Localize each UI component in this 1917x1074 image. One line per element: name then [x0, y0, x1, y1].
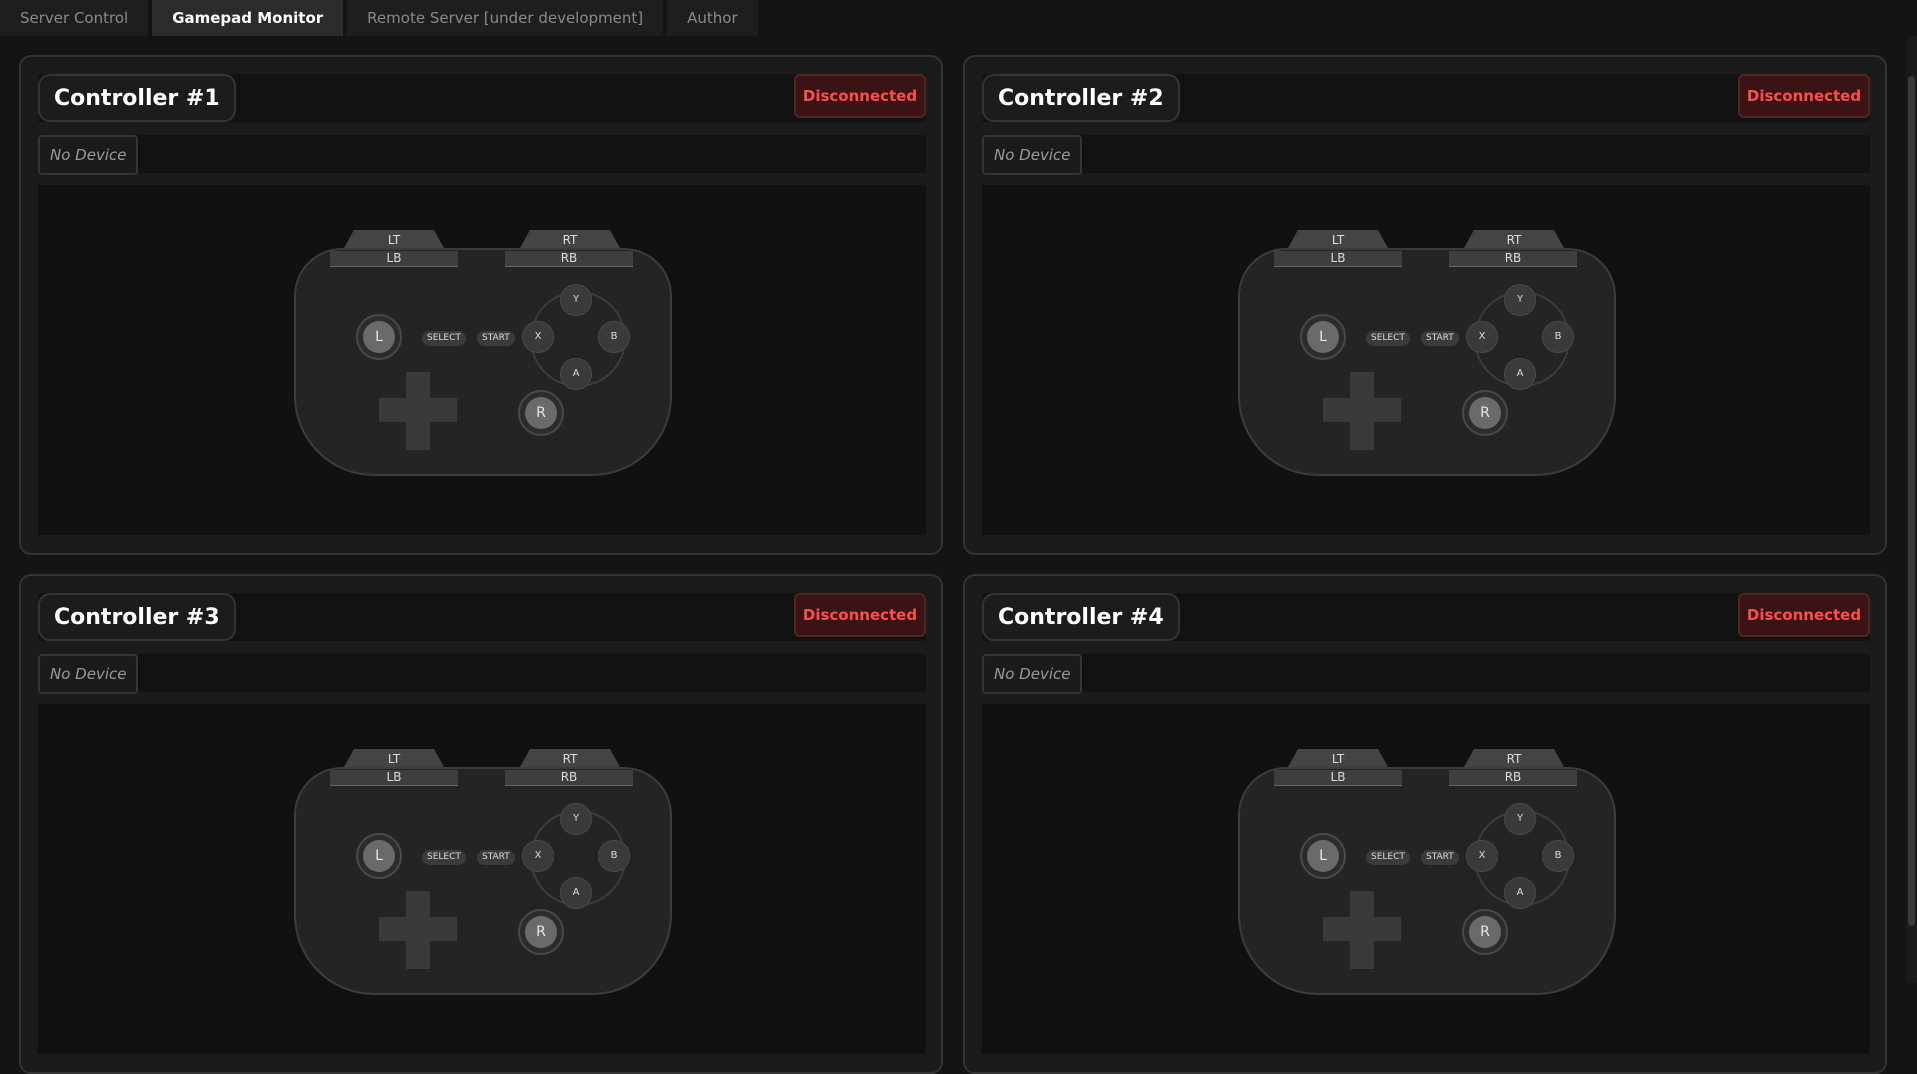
right-stick: R — [518, 909, 564, 955]
controller-header: Controller #4 Disconnected — [982, 593, 1870, 641]
status-badge: Disconnected — [794, 593, 926, 637]
lt-trigger: LT — [344, 749, 444, 767]
rb-bumper: RB — [1449, 770, 1577, 786]
x-button: X — [522, 321, 554, 353]
right-stick-label: R — [525, 397, 557, 429]
device-label: No Device — [38, 135, 139, 175]
gamepad-canvas: LT RT LB RB L SELECT START Y X B A R — [38, 704, 926, 1054]
a-button: A — [1504, 877, 1536, 909]
status-badge: Disconnected — [1738, 74, 1870, 118]
dpad-vertical — [406, 891, 430, 969]
y-button: Y — [560, 284, 592, 316]
a-button: A — [560, 358, 592, 390]
gamepad-canvas: LT RT LB RB L SELECT START Y X B A R — [38, 185, 926, 535]
left-stick-label: L — [1307, 321, 1339, 353]
device-label: No Device — [38, 654, 139, 694]
gamepad-diagram: LT RT LB RB L SELECT START Y X B A R — [1238, 230, 1618, 476]
dpad-vertical — [1350, 891, 1374, 969]
gamepad-diagram: LT RT LB RB L SELECT START Y X B A R — [294, 230, 674, 476]
lb-bumper: LB — [1274, 251, 1402, 267]
controller-title: Controller #2 — [982, 74, 1180, 122]
controller-panel-1: Controller #1 Disconnected No Device LT … — [19, 55, 943, 555]
lt-trigger: LT — [1288, 749, 1388, 767]
status-badge: Disconnected — [794, 74, 926, 118]
start-button: START — [1421, 331, 1459, 346]
gamepad-diagram: LT RT LB RB L SELECT START Y X B A R — [294, 749, 674, 995]
left-stick: L — [1300, 314, 1346, 360]
rt-trigger: RT — [520, 230, 620, 248]
controller-panel-4: Controller #4 Disconnected No Device LT … — [963, 574, 1887, 1074]
rt-trigger: RT — [1464, 749, 1564, 767]
controller-title: Controller #3 — [38, 593, 236, 641]
lt-trigger: LT — [1288, 230, 1388, 248]
status-badge: Disconnected — [1738, 593, 1870, 637]
right-stick: R — [1462, 909, 1508, 955]
gamepad-diagram: LT RT LB RB L SELECT START Y X B A R — [1238, 749, 1618, 995]
gamepad-canvas: LT RT LB RB L SELECT START Y X B A R — [982, 704, 1870, 1054]
scrollbar-thumb[interactable] — [1908, 76, 1915, 926]
b-button: B — [598, 321, 630, 353]
left-stick-label: L — [363, 840, 395, 872]
dpad-vertical — [1350, 372, 1374, 450]
select-button: SELECT — [1366, 850, 1410, 865]
lb-bumper: LB — [330, 251, 458, 267]
left-stick-label: L — [363, 321, 395, 353]
dpad-vertical — [406, 372, 430, 450]
start-button: START — [477, 331, 515, 346]
tab-bar: Server Control Gamepad Monitor Remote Se… — [0, 0, 1900, 36]
rb-bumper: RB — [1449, 251, 1577, 267]
right-stick-label: R — [1469, 916, 1501, 948]
controller-header: Controller #2 Disconnected — [982, 74, 1870, 122]
tab-server-control[interactable]: Server Control — [0, 0, 149, 36]
select-button: SELECT — [1366, 331, 1410, 346]
controller-header: Controller #3 Disconnected — [38, 593, 926, 641]
controller-header: Controller #1 Disconnected — [38, 74, 926, 122]
controller-title: Controller #1 — [38, 74, 236, 122]
rt-trigger: RT — [1464, 230, 1564, 248]
b-button: B — [598, 840, 630, 872]
x-button: X — [522, 840, 554, 872]
left-stick: L — [356, 314, 402, 360]
a-button: A — [560, 877, 592, 909]
select-button: SELECT — [422, 850, 466, 865]
lt-trigger: LT — [344, 230, 444, 248]
controller-panel-3: Controller #3 Disconnected No Device LT … — [19, 574, 943, 1074]
y-button: Y — [560, 803, 592, 835]
right-stick-label: R — [525, 916, 557, 948]
left-stick: L — [1300, 833, 1346, 879]
right-stick-label: R — [1469, 397, 1501, 429]
left-stick-label: L — [1307, 840, 1339, 872]
select-button: SELECT — [422, 331, 466, 346]
start-button: START — [1421, 850, 1459, 865]
b-button: B — [1542, 840, 1574, 872]
lb-bumper: LB — [330, 770, 458, 786]
x-button: X — [1466, 321, 1498, 353]
rb-bumper: RB — [505, 251, 633, 267]
device-row: No Device — [38, 654, 926, 694]
rt-trigger: RT — [520, 749, 620, 767]
gamepad-canvas: LT RT LB RB L SELECT START Y X B A R — [982, 185, 1870, 535]
lb-bumper: LB — [1274, 770, 1402, 786]
device-label: No Device — [982, 654, 1083, 694]
rb-bumper: RB — [505, 770, 633, 786]
left-stick: L — [356, 833, 402, 879]
b-button: B — [1542, 321, 1574, 353]
scrollbar[interactable] — [1906, 36, 1917, 983]
device-row: No Device — [982, 654, 1870, 694]
y-button: Y — [1504, 284, 1536, 316]
a-button: A — [1504, 358, 1536, 390]
device-row: No Device — [982, 135, 1870, 175]
tab-gamepad-monitor[interactable]: Gamepad Monitor — [152, 0, 344, 36]
controller-panel-2: Controller #2 Disconnected No Device LT … — [963, 55, 1887, 555]
tab-remote-server[interactable]: Remote Server [under development] — [347, 0, 664, 36]
right-stick: R — [518, 390, 564, 436]
tab-author[interactable]: Author — [667, 0, 758, 36]
right-stick: R — [1462, 390, 1508, 436]
controller-title: Controller #4 — [982, 593, 1180, 641]
x-button: X — [1466, 840, 1498, 872]
start-button: START — [477, 850, 515, 865]
device-label: No Device — [982, 135, 1083, 175]
device-row: No Device — [38, 135, 926, 175]
y-button: Y — [1504, 803, 1536, 835]
